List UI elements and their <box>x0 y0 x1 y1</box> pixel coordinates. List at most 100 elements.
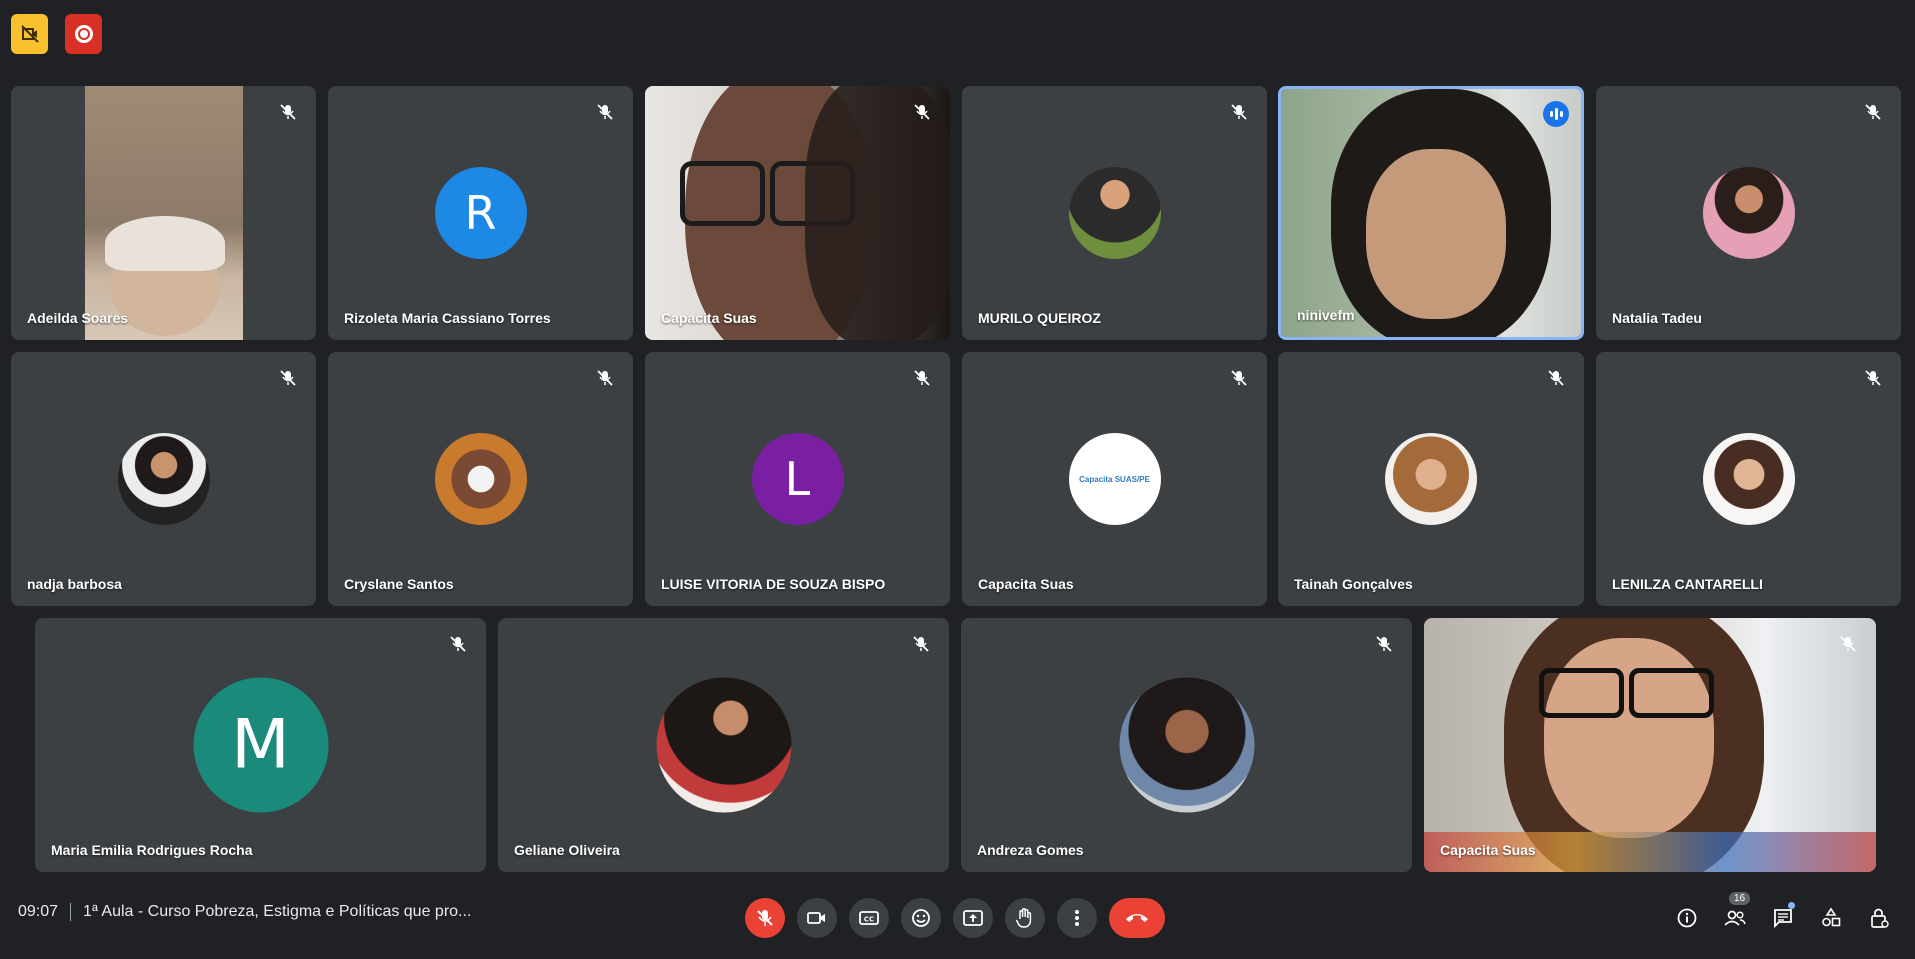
recording-indicator[interactable] <box>65 14 102 54</box>
mic-off-icon <box>593 366 617 390</box>
participant-name: Rizoleta Maria Cassiano Torres <box>344 310 551 326</box>
participant-tile[interactable]: M Maria Emilia Rodrigues Rocha <box>35 618 486 872</box>
participant-tile[interactable]: Adeilda Soares <box>11 86 316 340</box>
participant-name: nadja barbosa <box>27 576 122 592</box>
logo-avatar: Capacita SUAS/PE <box>1068 433 1161 525</box>
speaking-indicator-icon <box>1543 101 1569 127</box>
participant-name: Capacita Suas <box>978 576 1074 592</box>
divider <box>70 903 72 921</box>
participant-tile[interactable]: L LUISE VITORIA DE SOUZA BISPO <box>645 352 950 606</box>
unread-dot <box>1788 902 1795 909</box>
hand-icon <box>1015 908 1032 928</box>
avatar <box>1702 167 1795 259</box>
participant-tile[interactable]: Capacita Suas <box>645 86 950 340</box>
participant-count-badge: 16 <box>1729 892 1751 905</box>
people-icon <box>1724 910 1746 926</box>
mic-off-icon <box>446 632 470 656</box>
participant-name: Maria Emilia Rodrigues Rocha <box>51 842 253 858</box>
meeting-time: 09:07 <box>18 903 59 920</box>
participant-tile[interactable]: MURILO QUEIROZ <box>962 86 1267 340</box>
participant-tile[interactable]: Capacita Suas <box>1424 618 1876 872</box>
camera-off-icon <box>20 25 39 43</box>
raise-hand-button[interactable] <box>1005 898 1045 938</box>
avatar: L <box>751 433 844 525</box>
participant-tile[interactable]: Tainah Gonçalves <box>1278 352 1584 606</box>
camera-icon <box>807 912 825 924</box>
avatar <box>434 433 527 525</box>
mic-off-icon <box>1544 366 1568 390</box>
record-icon <box>74 25 93 43</box>
present-icon <box>963 910 983 926</box>
participant-name: Natalia Tadeu <box>1612 310 1702 326</box>
bottom-toolbar: 09:07 1ª Aula - Curso Pobreza, Estigma e… <box>0 885 1915 959</box>
participant-name: LENILZA CANTARELLI <box>1612 576 1763 592</box>
participant-tile[interactable]: Capacita SUAS/PE Capacita Suas <box>962 352 1267 606</box>
leave-call-button[interactable] <box>1109 898 1165 938</box>
more-vert-icon <box>1075 910 1079 926</box>
participant-tile[interactable]: Geliane Oliveira <box>498 618 949 872</box>
mic-off-icon <box>1227 100 1251 124</box>
present-screen-button[interactable] <box>953 898 993 938</box>
mic-off-icon <box>1227 366 1251 390</box>
participant-tile-speaking[interactable]: ninivefm <box>1278 86 1584 340</box>
participant-tile[interactable]: Andreza Gomes <box>961 618 1412 872</box>
avatar: M <box>193 677 328 813</box>
info-icon <box>1677 908 1697 928</box>
participant-name: Andreza Gomes <box>977 842 1084 858</box>
participant-tile[interactable]: Cryslane Santos <box>328 352 633 606</box>
svg-text:CC: CC <box>864 916 874 924</box>
participant-name: Adeilda Soares <box>27 310 129 326</box>
lock-person-icon <box>1871 908 1889 928</box>
mic-off-icon <box>910 100 934 124</box>
video-feed <box>1424 618 1876 872</box>
activities-button[interactable] <box>1807 898 1855 938</box>
participant-name: Cryslane Santos <box>344 576 454 592</box>
call-controls: CC <box>745 898 1165 938</box>
participant-name: MURILO QUEIROZ <box>978 310 1101 326</box>
host-controls-button[interactable] <box>1855 898 1903 938</box>
mic-off-icon <box>1861 100 1885 124</box>
mic-off-icon <box>1836 632 1860 656</box>
participant-name: Geliane Oliveira <box>514 842 620 858</box>
meeting-details-button[interactable] <box>1663 898 1711 938</box>
meeting-details[interactable]: 09:07 1ª Aula - Curso Pobreza, Estigma e… <box>18 903 471 921</box>
side-panel-controls: 16 <box>1663 892 1903 938</box>
avatar <box>1702 433 1795 525</box>
mic-off-icon <box>909 632 933 656</box>
people-button[interactable]: 16 <box>1711 892 1759 938</box>
mic-off-icon <box>276 100 300 124</box>
captions-button[interactable]: CC <box>849 898 889 938</box>
emoji-icon <box>912 909 930 927</box>
emoji-reaction-button[interactable] <box>901 898 941 938</box>
participant-tile[interactable]: R Rizoleta Maria Cassiano Torres <box>328 86 633 340</box>
mic-off-icon <box>1861 366 1885 390</box>
captions-icon: CC <box>859 911 879 925</box>
participant-tile[interactable]: nadja barbosa <box>11 352 316 606</box>
avatar: R <box>434 167 527 259</box>
mic-off-icon <box>593 100 617 124</box>
top-indicators <box>11 14 102 54</box>
more-options-button[interactable] <box>1057 898 1097 938</box>
mic-off-icon <box>1372 632 1396 656</box>
participant-name: Capacita Suas <box>1440 842 1536 858</box>
video-feed <box>85 86 243 340</box>
mic-off-icon <box>910 366 934 390</box>
video-feed <box>645 86 950 340</box>
participant-name: LUISE VITORIA DE SOUZA BISPO <box>661 576 886 592</box>
chat-button[interactable] <box>1759 898 1807 938</box>
avatar <box>656 677 791 813</box>
chat-icon <box>1774 909 1792 929</box>
mic-toggle-button[interactable] <box>745 898 785 938</box>
avatar <box>117 433 210 525</box>
mic-off-icon <box>276 366 300 390</box>
logo-text: Capacita SUAS/PE <box>1079 474 1150 484</box>
avatar <box>1068 167 1161 259</box>
participant-tile[interactable]: LENILZA CANTARELLI <box>1596 352 1901 606</box>
participant-tile[interactable]: Natalia Tadeu <box>1596 86 1901 340</box>
no-camera-indicator[interactable] <box>11 14 48 54</box>
avatar <box>1119 677 1254 813</box>
shapes-icon <box>1822 907 1841 927</box>
participant-name: Capacita Suas <box>661 310 757 326</box>
mic-off-icon <box>757 910 773 926</box>
camera-toggle-button[interactable] <box>797 898 837 938</box>
